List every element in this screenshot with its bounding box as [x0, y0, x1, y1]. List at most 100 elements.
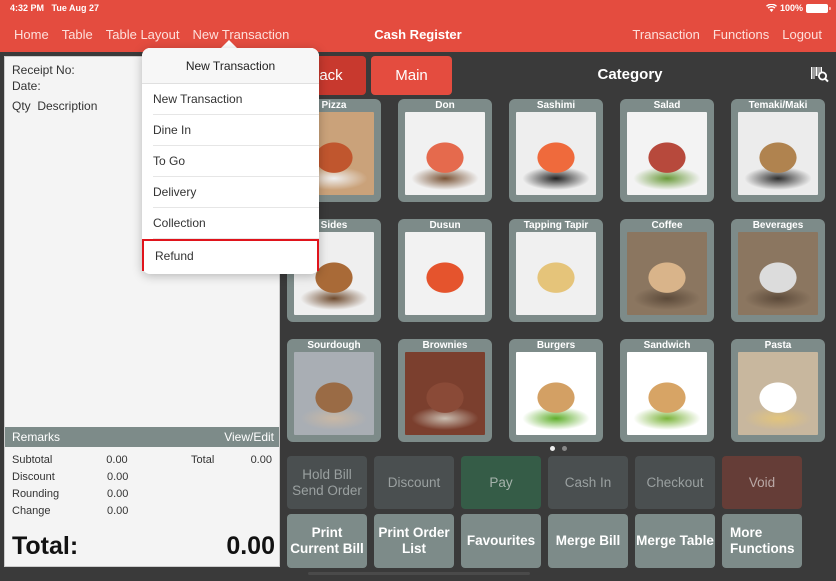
category-tile[interactable]: Don	[398, 99, 492, 202]
category-tile[interactable]: Dusun	[398, 219, 492, 322]
date: Tue Aug 27	[51, 3, 100, 13]
category-tile[interactable]: Sashimi	[509, 99, 603, 202]
category-tile[interactable]: Sourdough	[287, 339, 381, 442]
print-current-bill-button[interactable]: Print Current Bill	[287, 514, 367, 568]
nav-right: Transaction Functions Logout	[632, 27, 822, 42]
horizontal-scrollbar[interactable]	[308, 572, 530, 575]
more-functions-button[interactable]: More Functions	[722, 514, 802, 568]
category-image	[738, 232, 818, 315]
view-edit-link[interactable]: View/Edit	[224, 430, 274, 444]
category-tile[interactable]: Temaki/Maki	[731, 99, 825, 202]
category-image	[627, 232, 707, 315]
category-image	[405, 112, 485, 195]
category-name: Tapping Tapir	[523, 220, 589, 231]
totals-row: Discount 0.00	[12, 468, 274, 485]
discount-button[interactable]: Discount	[374, 456, 454, 509]
category-name: Brownies	[422, 340, 468, 351]
cash-in-button[interactable]: Cash In	[548, 456, 628, 509]
menu-item-collection[interactable]: Collection	[153, 208, 319, 239]
page-dot[interactable]	[562, 446, 567, 451]
category-tile[interactable]: Pasta	[731, 339, 825, 442]
total-small-value: 0.00	[250, 453, 272, 466]
menu-item-delivery[interactable]: Delivery	[153, 177, 319, 208]
change-label: Change	[12, 504, 51, 517]
pay-button[interactable]: Pay	[461, 456, 541, 509]
category-name: Salad	[653, 100, 681, 111]
menu-item-dine-in[interactable]: Dine In	[153, 115, 319, 146]
category-grid: Pizza Don Sashimi Salad Temaki/Maki Sides Dusu…	[287, 99, 832, 442]
date-label: Date:	[12, 79, 41, 93]
menu-item-to-go[interactable]: To Go	[153, 146, 319, 177]
popover-menu: New Transaction Dine In To Go Delivery Colle…	[142, 84, 319, 271]
category-image	[516, 112, 596, 195]
totals-block: Subtotal 0.00 Total 0.00 Discount 0.00 R…	[12, 451, 274, 519]
main-button[interactable]: Main	[371, 56, 452, 95]
menu-item-new-transaction[interactable]: New Transaction	[153, 84, 319, 115]
category-name: Sashimi	[536, 100, 576, 111]
nav-table-layout[interactable]: Table Layout	[106, 27, 180, 42]
category-tile[interactable]: Burgers	[509, 339, 603, 442]
category-name: Burgers	[536, 340, 576, 351]
new-transaction-popover: New Transaction New Transaction Dine In To…	[142, 48, 319, 274]
wifi-icon	[765, 4, 777, 12]
nav-logout[interactable]: Logout	[782, 27, 822, 42]
grand-total: Total: 0.00	[12, 532, 275, 561]
merge-table-button[interactable]: Merge Table	[635, 514, 715, 568]
totals-row: Rounding 0.00	[12, 485, 274, 502]
category-tile[interactable]: Beverages	[731, 219, 825, 322]
category-name: Coffee	[651, 220, 683, 231]
merge-bill-button[interactable]: Merge Bill	[548, 514, 628, 568]
columns-header: Qty Description	[12, 99, 97, 113]
category-image	[516, 232, 596, 315]
status-time: 4:32 PM Tue Aug 27	[10, 3, 99, 13]
category-title: Category	[597, 66, 663, 83]
category-name: Sandwich	[643, 340, 691, 351]
receipt-no-label: Receipt No:	[12, 63, 75, 77]
hold-bill-send-order-button[interactable]: Hold Bill Send Order	[287, 456, 367, 509]
category-name: Sourdough	[307, 340, 361, 351]
menu-item-refund[interactable]: Refund	[142, 239, 319, 271]
nav-table[interactable]: Table	[62, 27, 93, 42]
battery-percent: 100%	[779, 3, 803, 13]
discount-value: 0.00	[107, 470, 129, 483]
popover-title: New Transaction	[142, 48, 319, 84]
clock: 4:32 PM	[10, 3, 45, 13]
category-image	[405, 352, 485, 435]
remarks-bar[interactable]: Remarks View/Edit	[5, 427, 279, 447]
total-small-label: Total	[191, 453, 215, 466]
rounding-value: 0.00	[107, 487, 129, 500]
category-tile[interactable]: Sandwich	[620, 339, 714, 442]
function-buttons: Hold Bill Send Order Discount Pay Cash In Che…	[287, 456, 802, 568]
totals-row: Subtotal 0.00 Total 0.00	[12, 451, 274, 468]
subtotal-value: 0.00	[106, 453, 128, 466]
print-order-list-button[interactable]: Print Order List	[374, 514, 454, 568]
change-value: 0.00	[107, 504, 129, 517]
nav-functions[interactable]: Functions	[713, 27, 769, 42]
category-image	[738, 352, 818, 435]
category-tile[interactable]: Coffee	[620, 219, 714, 322]
discount-label: Discount	[12, 470, 55, 483]
barcode-search-icon[interactable]	[810, 65, 830, 83]
checkout-button[interactable]: Checkout	[635, 456, 715, 509]
page-dot[interactable]	[550, 446, 555, 451]
remarks-label: Remarks	[12, 430, 61, 444]
category-name: Don	[435, 100, 455, 111]
favourites-button[interactable]: Favourites	[461, 514, 541, 568]
nav-new-transaction[interactable]: New Transaction	[193, 27, 290, 42]
subtotal-label: Subtotal	[12, 453, 53, 466]
page-indicator[interactable]	[550, 446, 567, 451]
totals-row: Change 0.00	[12, 502, 274, 519]
void-button[interactable]: Void	[722, 456, 802, 509]
category-name: Pasta	[764, 340, 792, 351]
nav-home[interactable]: Home	[14, 27, 49, 42]
status-right: 100%	[765, 3, 831, 13]
category-tile[interactable]: Salad	[620, 99, 714, 202]
nav-transaction[interactable]: Transaction	[632, 27, 699, 42]
category-image	[738, 112, 818, 195]
grand-total-value: 0.00	[226, 532, 275, 560]
category-tile[interactable]: Brownies	[398, 339, 492, 442]
nav-left: Home Table Table Layout New Transaction	[14, 27, 289, 42]
top-bar: 4:32 PM Tue Aug 27 100% Home Table Table…	[0, 0, 836, 52]
category-image	[627, 112, 707, 195]
category-tile[interactable]: Tapping Tapir	[509, 219, 603, 322]
